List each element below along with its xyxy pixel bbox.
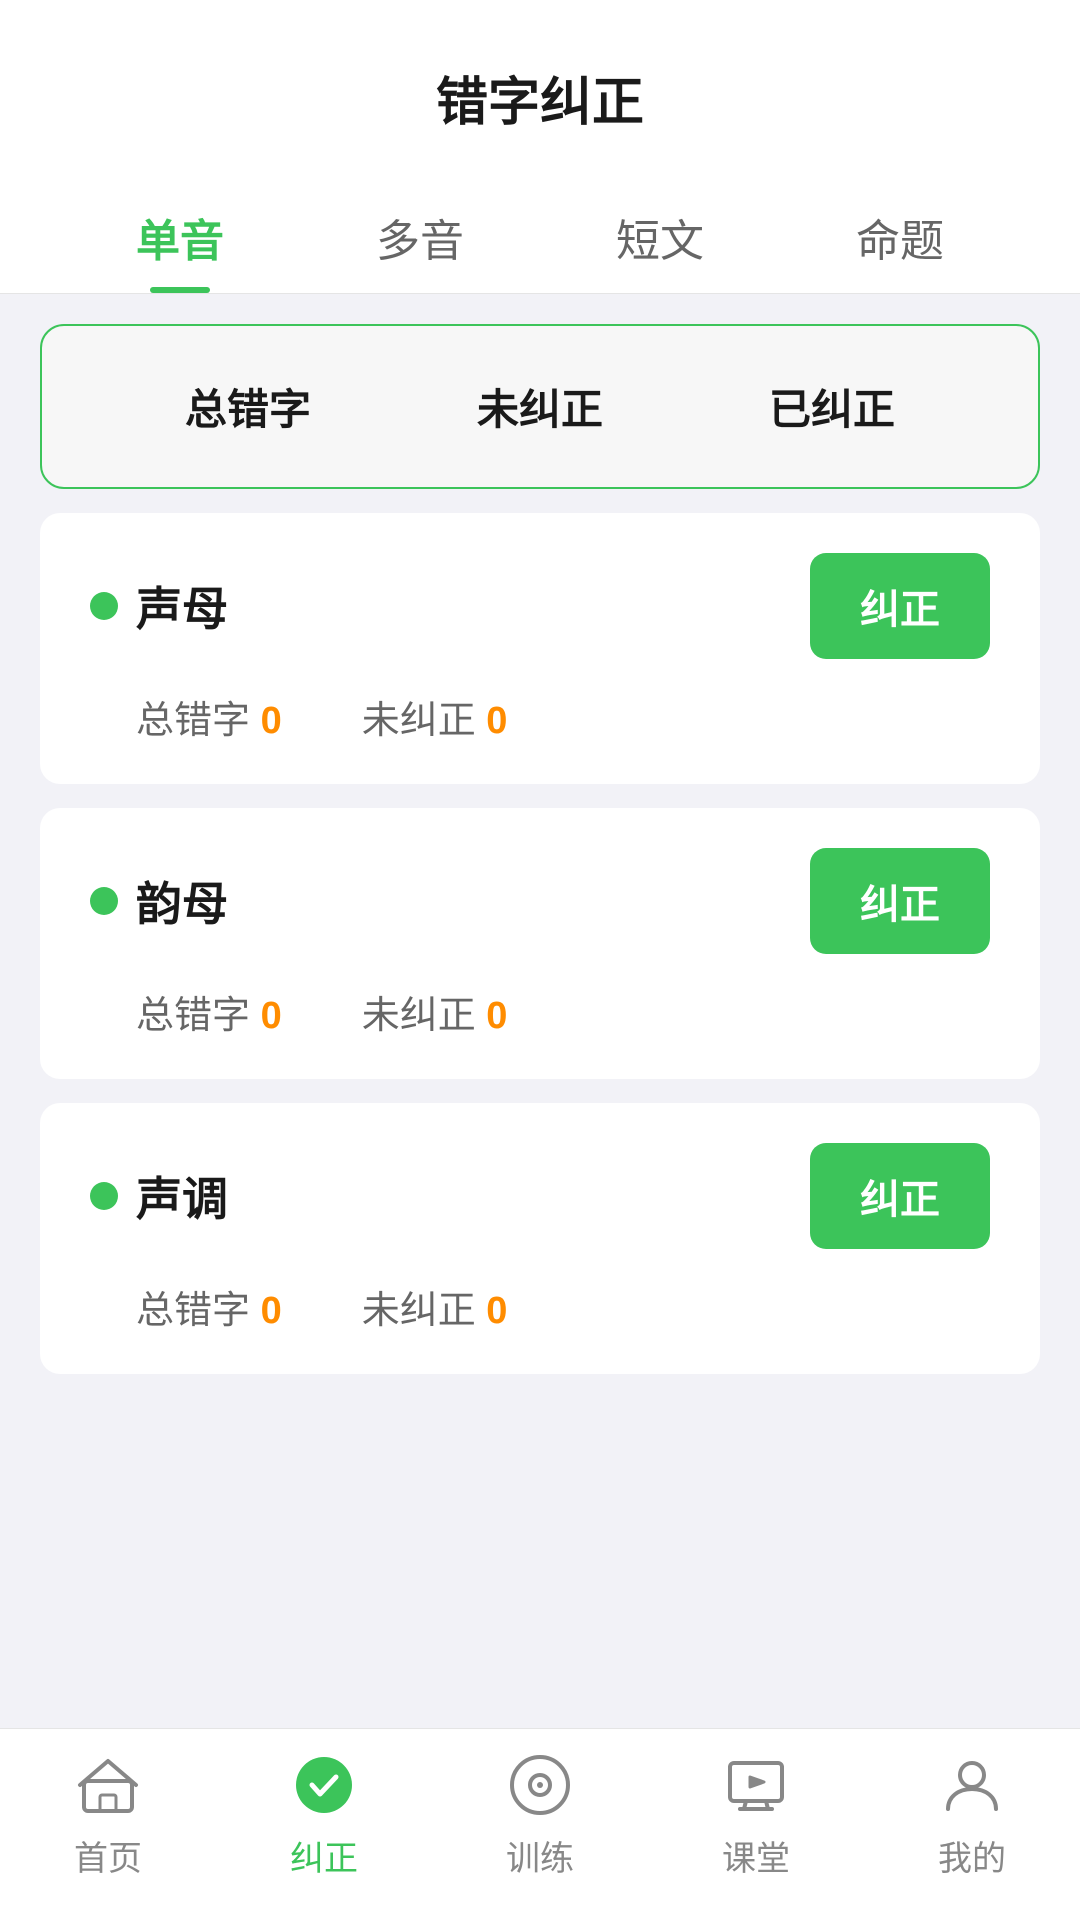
summary-corrected: 已纠正 [769,376,895,437]
page-title: 错字纠正 [0,0,1080,175]
tab-topic[interactable]: 命题 [780,175,1020,293]
nav-correct-label: 纠正 [290,1831,358,1880]
section-shengmu-title-group: 声母 [90,573,228,639]
section-shengmu-header: 声母 纠正 [90,553,990,659]
summary-total: 总错字 [185,376,311,437]
correct-icon [288,1749,360,1821]
yunmu-total-value: 0 [261,995,282,1037]
green-dot-yunmu [90,887,118,915]
section-shengdiao-header: 声调 纠正 [90,1143,990,1249]
correct-button-shengdiao[interactable]: 纠正 [810,1143,990,1249]
section-shengdiao: 声调 纠正 总错字 0 未纠正 0 [40,1103,1040,1374]
nav-train[interactable]: 训练 [432,1749,648,1880]
nav-home[interactable]: 首页 [0,1749,216,1880]
summary-uncorrected: 未纠正 [477,376,603,437]
correct-button-shengmu[interactable]: 纠正 [810,553,990,659]
correct-button-yunmu[interactable]: 纠正 [810,848,990,954]
nav-class-label: 课堂 [722,1831,790,1880]
nav-home-label: 首页 [74,1831,142,1880]
yunmu-uncorrected-stat: 未纠正 0 [362,984,508,1039]
tabs-container: 单音 多音 短文 命题 [0,175,1080,294]
class-icon [720,1749,792,1821]
shengdiao-uncorrected-stat: 未纠正 0 [362,1279,508,1334]
home-icon [72,1749,144,1821]
section-shengdiao-title: 声调 [136,1163,228,1229]
section-yunmu: 韵母 纠正 总错字 0 未纠正 0 [40,808,1040,1079]
train-icon [504,1749,576,1821]
shengdiao-total-stat: 总错字 0 [136,1279,282,1334]
bottom-nav: 首页 纠正 训练 课堂 [0,1728,1080,1920]
shengmu-total-stat: 总错字 0 [136,689,282,744]
section-shengmu-title: 声母 [136,573,228,639]
nav-class[interactable]: 课堂 [648,1749,864,1880]
green-dot-shengdiao [90,1182,118,1210]
section-yunmu-title: 韵母 [136,868,228,934]
shengmu-uncorrected-stat: 未纠正 0 [362,689,508,744]
shengdiao-total-value: 0 [261,1290,282,1332]
section-shengdiao-stats: 总错字 0 未纠正 0 [90,1279,990,1334]
nav-train-label: 训练 [506,1831,574,1880]
tab-short[interactable]: 短文 [540,175,780,293]
mine-icon [936,1749,1008,1821]
shengmu-total-value: 0 [261,700,282,742]
summary-card: 总错字 未纠正 已纠正 [40,324,1040,489]
tab-single[interactable]: 单音 [60,175,300,293]
section-yunmu-stats: 总错字 0 未纠正 0 [90,984,990,1039]
section-yunmu-title-group: 韵母 [90,868,228,934]
tab-multi[interactable]: 多音 [300,175,540,293]
nav-mine[interactable]: 我的 [864,1749,1080,1880]
nav-correct[interactable]: 纠正 [216,1749,432,1880]
section-yunmu-header: 韵母 纠正 [90,848,990,954]
green-dot-shengmu [90,592,118,620]
shengmu-uncorrected-value: 0 [486,700,507,742]
yunmu-total-stat: 总错字 0 [136,984,282,1039]
section-shengdiao-title-group: 声调 [90,1163,228,1229]
nav-mine-label: 我的 [938,1831,1006,1880]
section-shengmu: 声母 纠正 总错字 0 未纠正 0 [40,513,1040,784]
section-shengmu-stats: 总错字 0 未纠正 0 [90,689,990,744]
content-area: 总错字 未纠正 已纠正 声母 纠正 总错字 0 未纠正 0 韵母 [0,294,1080,1728]
yunmu-uncorrected-value: 0 [486,995,507,1037]
shengdiao-uncorrected-value: 0 [486,1290,507,1332]
